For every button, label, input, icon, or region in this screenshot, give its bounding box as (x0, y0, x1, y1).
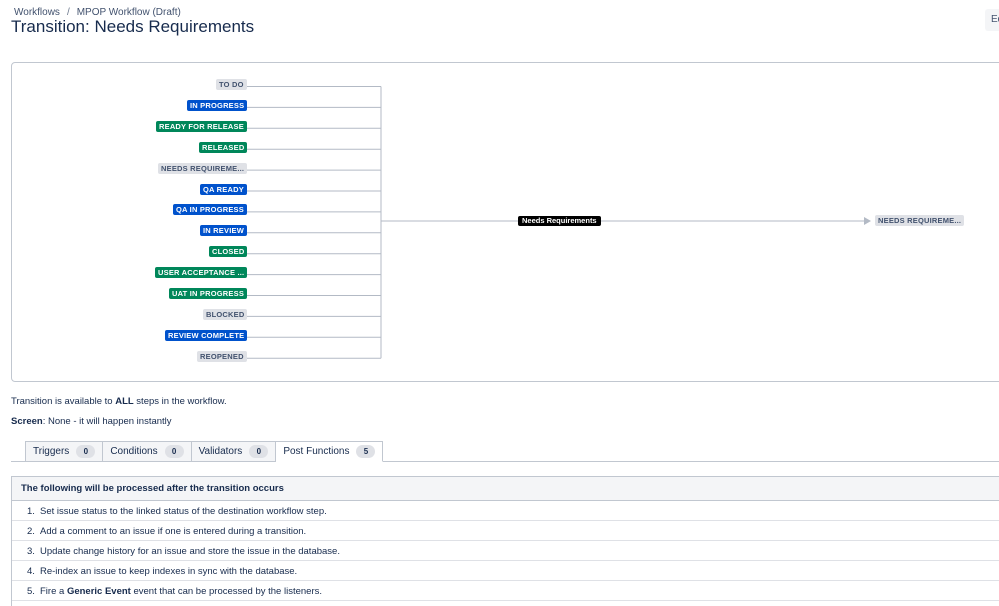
edit-button[interactable]: Ed (985, 9, 999, 31)
diagram-connectors (247, 86, 871, 359)
page-title: Transition: Needs Requirements (11, 17, 255, 36)
item-number: 3. (27, 546, 35, 557)
item-text-post: event that can be processed by the liste… (130, 586, 322, 597)
screen-value: : None - it will happen instantly (42, 416, 172, 427)
target-status[interactable]: NEEDS REQUIREME... (875, 215, 965, 226)
count-badge: 0 (164, 445, 184, 458)
source-status-14[interactable]: REOPENED (197, 350, 247, 362)
item-text-strong: Generic Event (66, 586, 131, 597)
post-function-item: 1. Set issue status to the linked status … (12, 501, 999, 521)
source-status-3[interactable]: READY FOR RELEASE (156, 120, 247, 132)
tab-post-functions[interactable]: Post Functions 5 (276, 441, 384, 462)
item-text: Add a comment to an issue if one is ente… (40, 526, 307, 537)
availability-prefix: Transition is available to (11, 396, 116, 407)
source-status-13[interactable]: REVIEW COMPLETE (165, 329, 248, 341)
post-functions-header: The following will be processed after th… (12, 477, 999, 501)
transition-label[interactable]: Needs Requirements (518, 216, 601, 226)
item-text: Update change history for an issue and s… (40, 546, 340, 557)
count-badge: 5 (356, 445, 376, 458)
tab-label: Post Functions (283, 446, 350, 457)
item-number: 1. (27, 506, 35, 517)
count-badge: 0 (76, 445, 96, 458)
tab-conditions[interactable]: Conditions 0 (103, 441, 192, 462)
source-status-2[interactable]: IN PROGRESS (187, 99, 248, 111)
item-number: 5. (27, 586, 35, 597)
item-number: 2. (27, 526, 35, 537)
source-status-1[interactable]: TO DO (216, 79, 247, 90)
post-function-item: 4. Re-index an issue to keep indexes in s… (12, 561, 999, 581)
tab-validators[interactable]: Validators 0 (191, 441, 277, 462)
screen-text: Screen: None - it will happen instantly (11, 416, 172, 427)
availability-text: Transition is available to ALL steps in … (11, 396, 227, 407)
screen-label: Screen (11, 416, 43, 427)
source-status-10[interactable]: USER ACCEPTANCE ... (155, 267, 248, 279)
tab-label: Triggers (33, 446, 70, 457)
count-badge: 0 (249, 445, 269, 458)
source-status-7[interactable]: QA IN PROGRESS (173, 204, 247, 216)
availability-suffix: steps in the workflow. (133, 396, 227, 407)
post-function-item: 2. Add a comment to an issue if one is en… (12, 521, 999, 541)
item-text: Set issue status to the linked status of… (40, 506, 327, 517)
source-status-8[interactable]: IN REVIEW (200, 225, 247, 237)
source-status-5[interactable]: NEEDS REQUIREME... (158, 162, 248, 174)
source-status-12[interactable]: BLOCKED (203, 308, 248, 320)
item-text-pre: Fire a (40, 586, 67, 597)
post-function-item: 5. Fire a Generic Event event that can be… (12, 581, 999, 601)
transition-tabs: Triggers 0 Conditions 0 Validators 0 Pos… (25, 441, 384, 462)
transition-arrowhead (864, 217, 871, 225)
item-number: 4. (27, 566, 35, 577)
tab-label: Validators (198, 446, 243, 457)
post-functions-panel: The following will be processed after th… (11, 476, 999, 606)
transition-diagram: TO DO IN PROGRESS READY FOR RELEASE RELEASE… (11, 62, 999, 382)
availability-strong: ALL (115, 396, 134, 407)
tab-triggers[interactable]: Triggers 0 (25, 441, 104, 462)
source-status-6[interactable]: QA READY (200, 183, 247, 195)
source-status-4[interactable]: RELEASED (199, 141, 248, 153)
item-text: Re-index an issue to keep indexes in syn… (40, 566, 298, 577)
source-status-9[interactable]: CLOSED (209, 246, 248, 258)
source-status-11[interactable]: UAT IN PROGRESS (169, 288, 248, 299)
tab-label: Conditions (110, 446, 158, 457)
post-function-item: 3. Update change history for an issue and… (12, 541, 999, 561)
